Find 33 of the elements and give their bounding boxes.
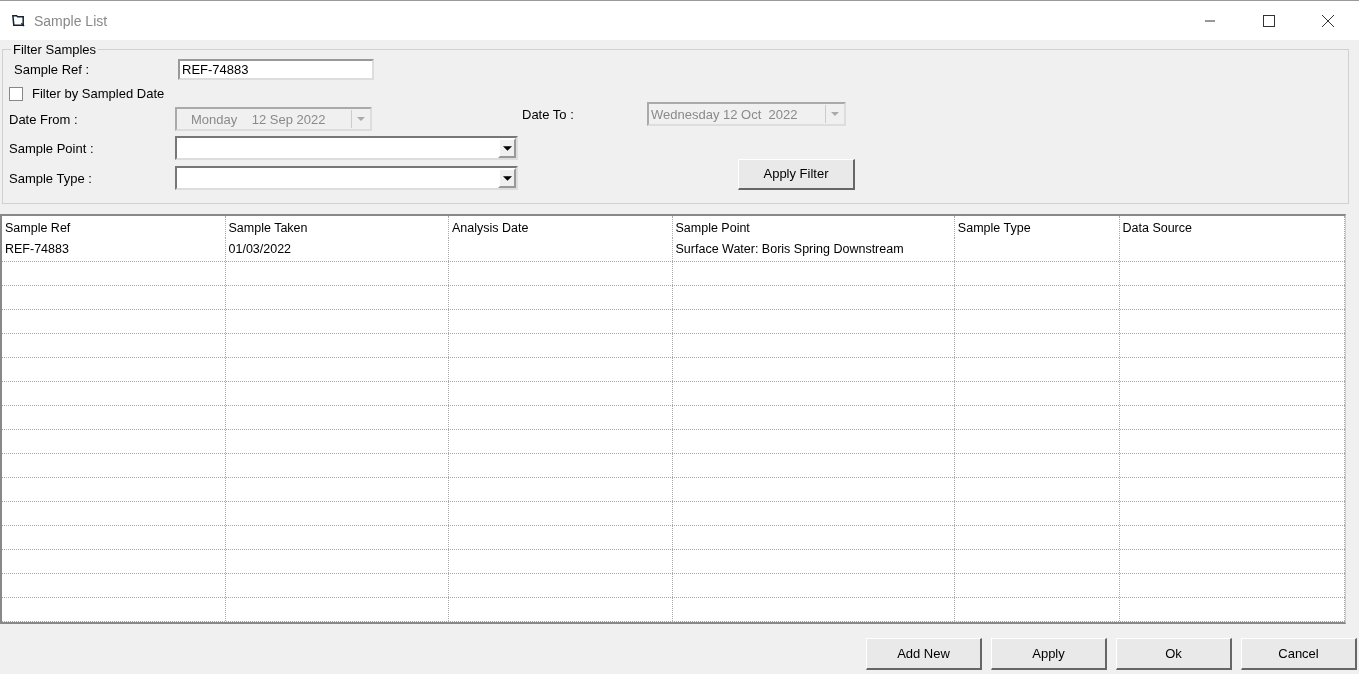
apply-filter-button[interactable]: Apply Filter bbox=[738, 158, 855, 190]
window-title: Sample List bbox=[34, 12, 108, 29]
dropdown-arrow-icon bbox=[502, 175, 512, 181]
sample-point-dropdown[interactable] bbox=[175, 136, 518, 160]
table-cell: 01/03/2022 bbox=[225, 238, 449, 261]
group-legend: Filter Samples bbox=[11, 42, 99, 57]
dialog-button[interactable]: Cancel bbox=[1241, 638, 1357, 670]
column-header[interactable]: Sample Ref bbox=[2, 216, 226, 238]
field-label: Sample Point : bbox=[9, 140, 95, 156]
sample-type-dropdown[interactable] bbox=[175, 166, 518, 190]
close-icon[interactable] bbox=[1322, 14, 1334, 27]
dialog-button[interactable]: Ok bbox=[1116, 638, 1232, 670]
dropdown-arrow-icon bbox=[831, 112, 839, 116]
dropdown-arrow-icon bbox=[357, 117, 365, 121]
column-header[interactable]: Sample Point bbox=[672, 216, 955, 238]
field-label: Sample Ref : bbox=[14, 62, 91, 77]
column-header[interactable]: Analysis Date bbox=[449, 216, 673, 238]
checkbox-label: Filter by Sampled Date bbox=[32, 86, 165, 101]
table-cell: Surface Water: Boris Spring Downstream bbox=[672, 238, 955, 261]
dialog-button[interactable]: Add New bbox=[866, 638, 982, 670]
field-label: Date To : bbox=[522, 106, 575, 122]
column-header[interactable]: Sample Taken bbox=[225, 216, 449, 238]
window-icon bbox=[11, 13, 26, 28]
checkbox[interactable] bbox=[9, 86, 23, 101]
field-label: Sample Type : bbox=[9, 170, 93, 186]
dropdown-arrow-icon bbox=[502, 145, 512, 151]
sample-ref-field[interactable]: REF-74883 bbox=[178, 59, 374, 80]
column-header[interactable]: Data Source bbox=[1119, 216, 1345, 238]
field-label: Date From : bbox=[9, 111, 79, 127]
dialog-button[interactable]: Apply bbox=[991, 638, 1107, 670]
maximize-icon[interactable] bbox=[1263, 14, 1275, 27]
column-header[interactable]: Sample Type bbox=[954, 216, 1120, 238]
table-cell: REF-74883 bbox=[2, 238, 226, 261]
